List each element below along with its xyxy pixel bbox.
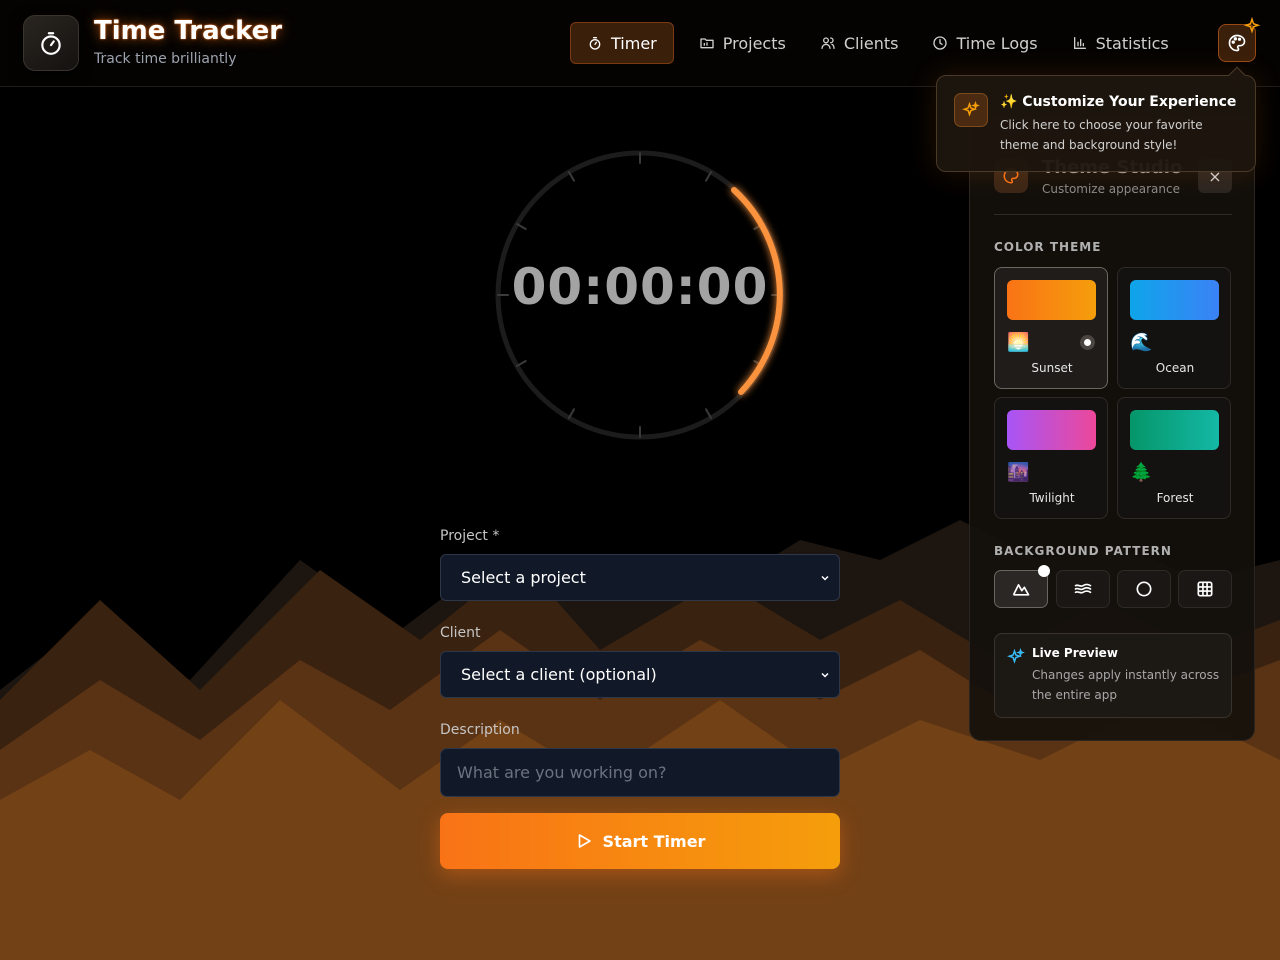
app-title: Time Tracker [94,16,283,46]
theme-name: Ocean [1155,361,1195,375]
nav-statistics-label: Statistics [1095,33,1169,53]
app-subtitle: Track time brilliantly [94,51,237,67]
client-select-value: Select a client (optional) [461,665,657,684]
palette-icon [1228,34,1246,52]
timer-form: Project * Select a project Client Select… [440,528,840,869]
bar-chart-icon [1073,37,1086,49]
theme-studio-panel: Theme Studio Customize appearance × COLO… [969,118,1255,741]
nav-timer-label: Timer [611,33,657,53]
sparkle-icon [1007,648,1025,664]
theme-swatch [1130,280,1219,320]
nav-statistics[interactable]: Statistics [1055,22,1186,64]
theme-card-sunset[interactable]: 🌅 Sunset [994,267,1108,389]
selected-indicator [1080,335,1095,350]
theme-swatch [1130,410,1219,450]
customize-tooltip: ✨ Customize Your Experience Click here t… [936,66,1256,172]
project-label: Project * [440,528,500,544]
theme-swatch [1007,280,1096,320]
play-icon [578,834,591,848]
description-label: Description [440,722,520,738]
client-select[interactable]: Select a client (optional) [440,651,840,698]
sparkle-icon [1243,17,1261,34]
nav-clients[interactable]: Clients [803,22,916,64]
stopwatch-icon [589,37,601,50]
grid-icon [1197,581,1213,597]
nav-timer[interactable]: Timer [570,22,674,64]
forest-emoji-icon: 🌲 [1130,462,1153,483]
ocean-emoji-icon: 🌊 [1130,332,1153,353]
chevron-down-icon [821,672,829,678]
timer-display: 00:00:00 [511,258,769,316]
start-timer-button[interactable]: Start Timer [440,813,840,869]
waves-icon [1074,583,1092,594]
theme-card-forest[interactable]: 🌲 Forest [1117,397,1231,519]
nav-time-logs-label: Time Logs [956,33,1038,53]
pattern-waves-button[interactable] [1056,570,1110,608]
app-header: Time Tracker Track time brilliantly Time… [0,0,1280,87]
sunset-emoji-icon: 🌅 [1007,332,1030,353]
theme-name: Forest [1156,491,1194,505]
nav-projects[interactable]: Projects [682,22,803,64]
theme-card-ocean[interactable]: 🌊 Ocean [1117,267,1231,389]
clock-icon [933,36,948,50]
theme-card-twilight[interactable]: 🌆 Twilight [994,397,1108,519]
pattern-mountains-button[interactable] [994,565,1050,608]
color-theme-label: COLOR THEME [994,240,1102,254]
description-placeholder: What are you working on? [457,763,667,782]
chevron-down-icon [821,575,829,581]
pattern-grid-button[interactable] [1178,570,1232,608]
project-select[interactable]: Select a project [440,554,840,601]
app-logo [23,15,79,71]
sparkle-icon [954,93,988,127]
mountain-icon [1012,584,1030,596]
theme-studio-button[interactable] [1218,17,1261,62]
theme-name: Twilight [1029,491,1075,505]
panel-divider [994,214,1232,215]
start-timer-label: Start Timer [602,831,706,851]
panel-subtitle: Customize appearance [1042,182,1180,196]
live-preview-box: Live Preview Changes apply instantly acr… [994,633,1232,718]
live-preview-title: Live Preview [1032,646,1118,660]
tooltip-title: ✨ Customize Your Experience [1000,94,1237,110]
theme-name: Sunset [1031,361,1073,375]
twilight-emoji-icon: 🌆 [1007,462,1030,483]
tooltip-text: Click here to choose your favorite theme… [1000,118,1203,152]
background-pattern-label: BACKGROUND PATTERN [994,544,1172,558]
client-label: Client [440,625,481,641]
circle-icon [1136,581,1152,597]
nav-time-logs[interactable]: Time Logs [915,22,1054,64]
nav-projects-label: Projects [722,33,786,53]
selected-indicator [1038,565,1050,577]
pattern-circles-button[interactable] [1117,570,1171,608]
project-select-value: Select a project [461,568,586,587]
description-input[interactable]: What are you working on? [440,748,840,797]
live-preview-text: Changes apply instantly across the entir… [1032,668,1220,702]
main-nav: Timer Projects Clients Time Logs Statist… [570,22,1186,64]
users-icon [821,37,835,49]
folder-icon [700,38,714,49]
theme-swatch [1007,410,1096,450]
nav-clients-label: Clients [843,33,899,53]
stopwatch-icon [41,32,61,55]
